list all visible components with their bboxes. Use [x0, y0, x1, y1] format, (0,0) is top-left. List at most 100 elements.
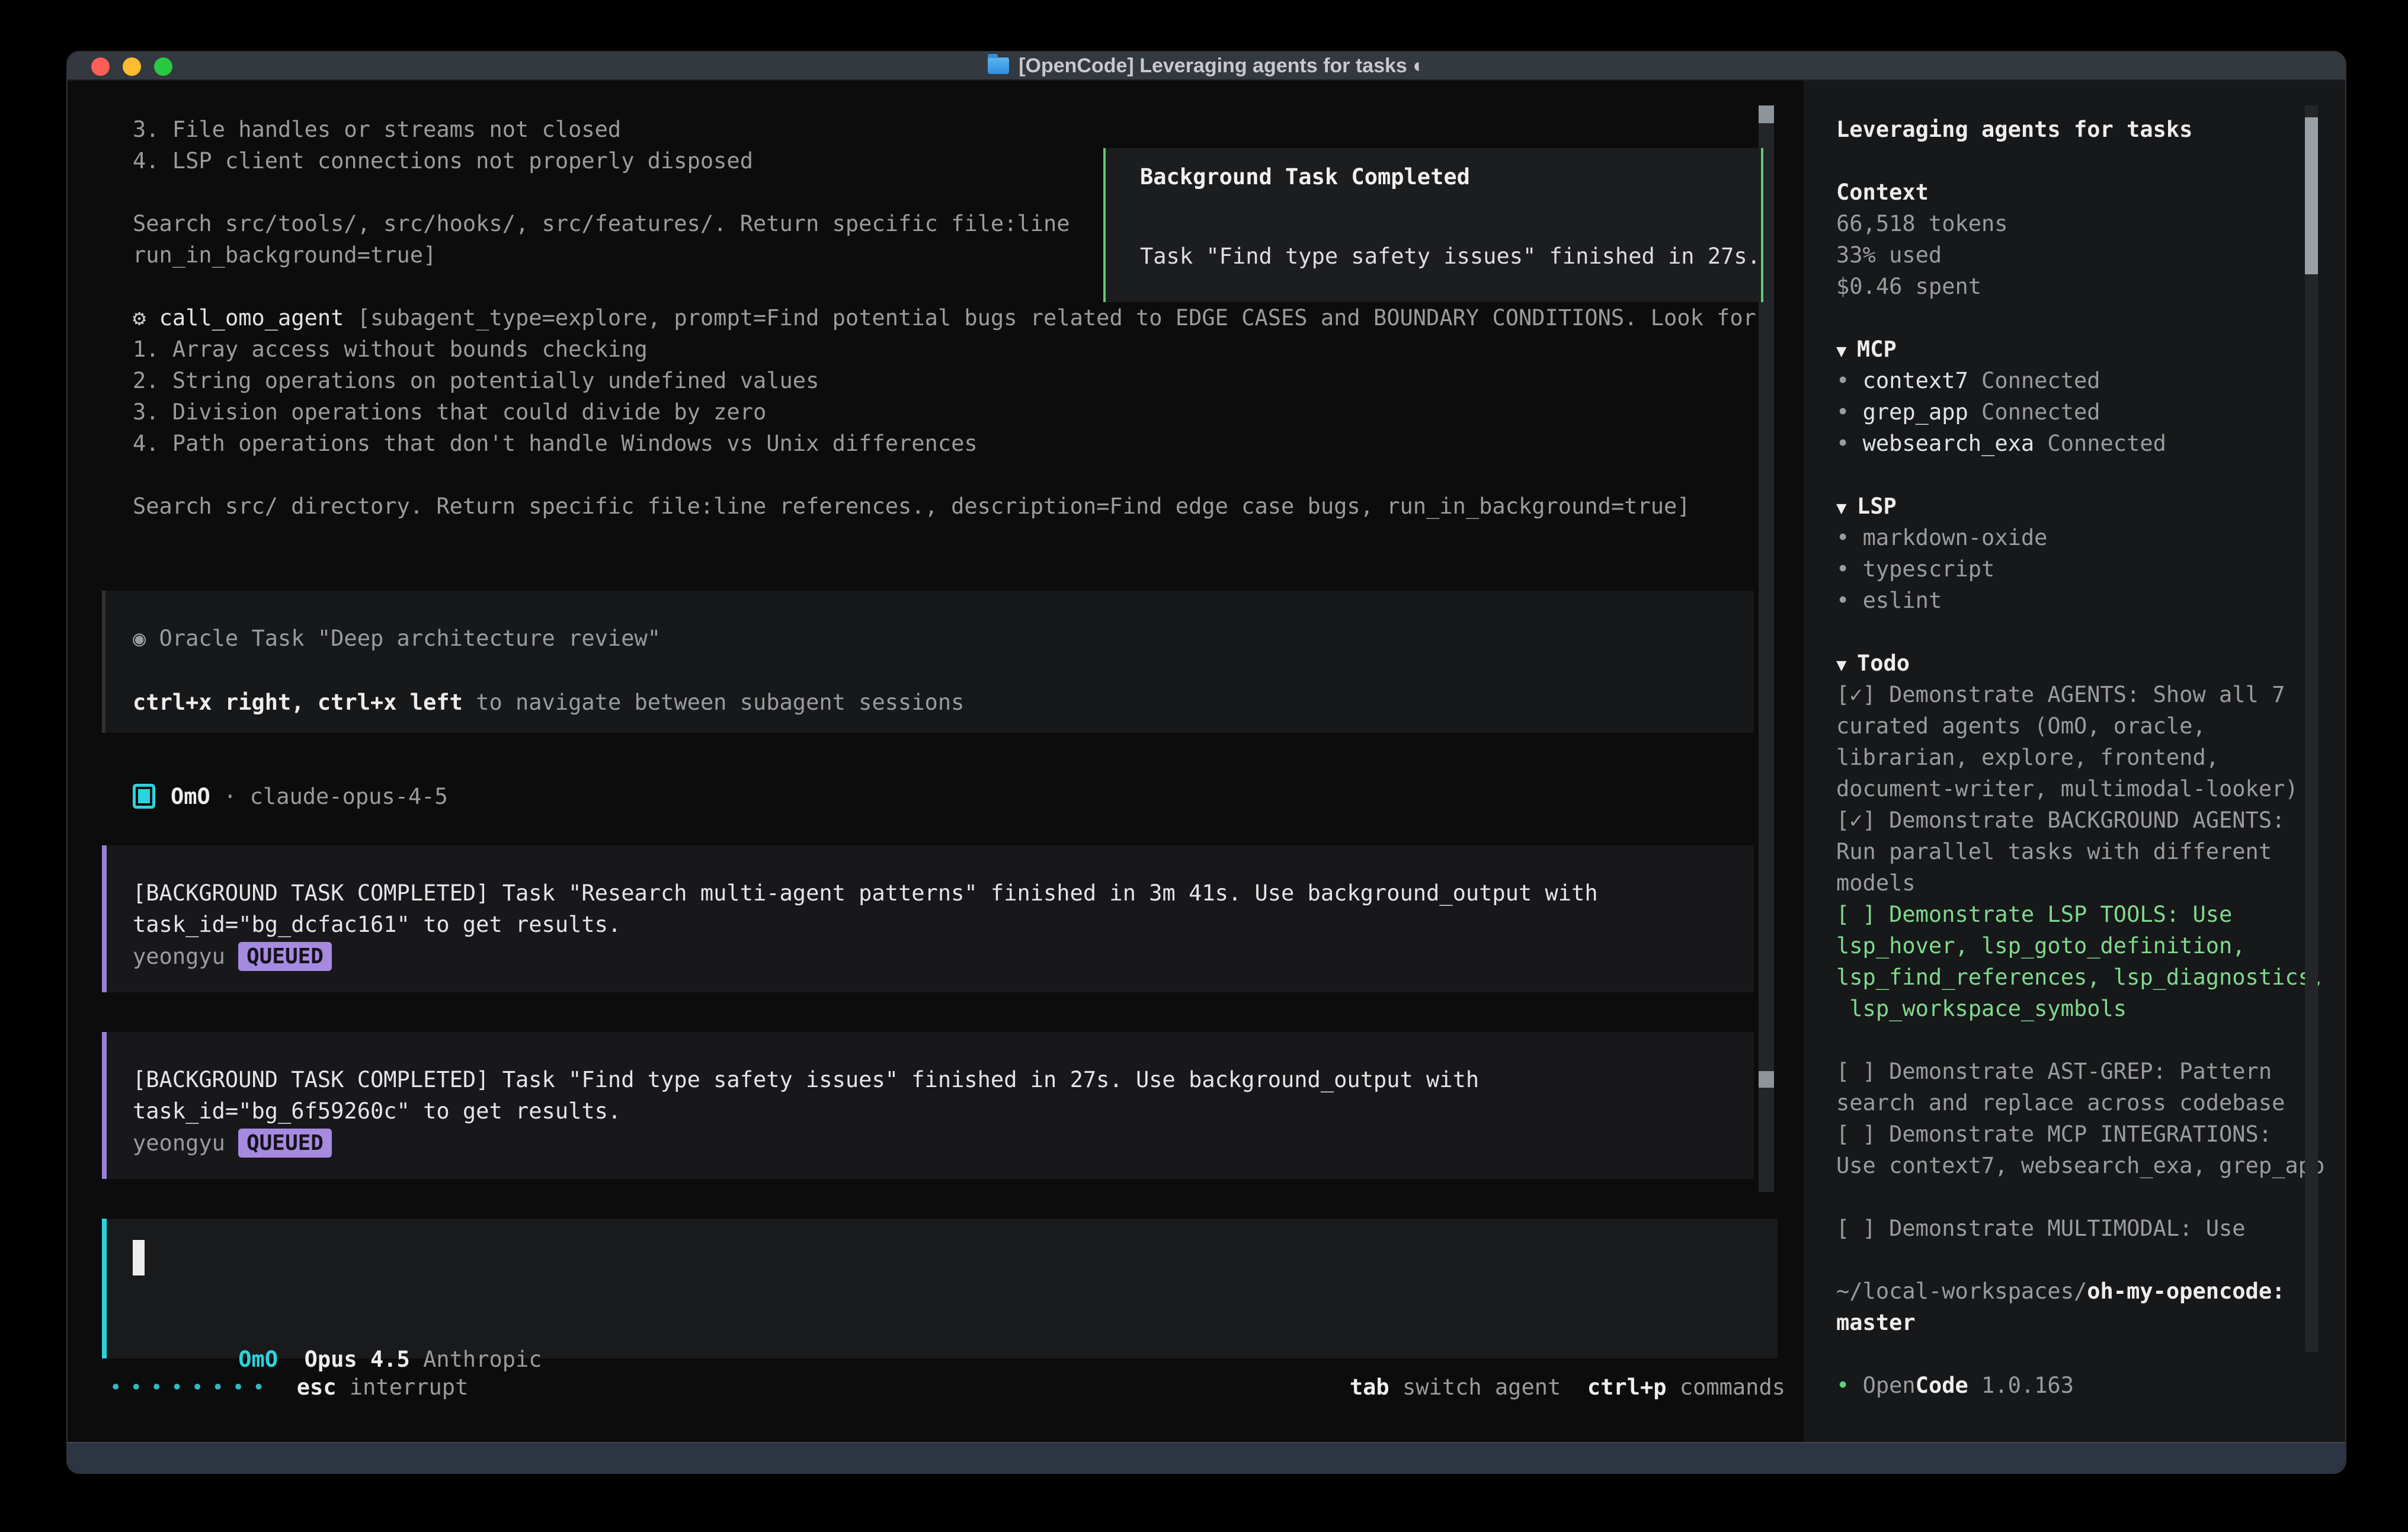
text-span: Search src/tools/, src/hooks/, src/featu… — [133, 211, 1070, 236]
terminal-line: ▼ LSP — [1836, 491, 2324, 522]
text-span: [ ] Demonstrate AST-GREP: Pattern — [1836, 1059, 2272, 1084]
sidebar-scrollbar-thumb[interactable] — [2305, 117, 2318, 274]
toast-title: Background Task Completed — [1140, 161, 1470, 193]
task-result-line2: task_id="bg_6f59260c" to get results. — [133, 1095, 621, 1127]
maximize-button[interactable] — [154, 57, 172, 76]
terminal-line: [ ] Demonstrate MULTIMODAL: Use — [1836, 1213, 2324, 1244]
terminal-line — [133, 459, 1756, 491]
terminal-line: [ ] Demonstrate LSP TOOLS: Use — [1836, 899, 2324, 930]
terminal-line: ▼ MCP — [1836, 334, 2324, 365]
oracle-icon: ◉ — [133, 626, 146, 651]
terminal-line: Run parallel tasks with different — [1836, 836, 2324, 867]
titlebar: [OpenCode] Leveraging agents for tasks ◐ — [68, 52, 2345, 81]
terminal-line: 1. Array access without bounds checking — [133, 334, 1756, 365]
text-span: lsp_workspace_symbols — [1836, 996, 2127, 1021]
toast-body: Task "Find type safety issues" finished … — [1140, 241, 1760, 272]
terminal-line: ▼ Todo — [1836, 648, 2324, 679]
text-span: [subagent_type=explore, prompt=Find pote… — [344, 305, 1756, 331]
subagent-nav-hint: ctrl+x right, ctrl+x left to navigate be… — [133, 687, 964, 718]
terminal-line: ⚙ call_omo_agent [subagent_type=explore,… — [133, 302, 1756, 334]
switch-agent-label: switch agent — [1389, 1374, 1561, 1400]
background-task-toast: Background Task Completed Task "Find typ… — [1103, 148, 1763, 302]
text-span: Run parallel tasks with different — [1836, 839, 2272, 864]
terminal-line: • typescript — [1836, 553, 2324, 585]
terminal-line: 3. Division operations that could divide… — [133, 396, 1756, 428]
task-result-line1: [BACKGROUND TASK COMPLETED] Task "Resear… — [133, 877, 1598, 909]
text-span: curated agents (OmO, oracle, — [1836, 713, 2206, 739]
terminal-line: • eslint — [1836, 585, 2324, 616]
todo-heading: Todo — [1857, 650, 1910, 676]
main-scrollbar-thumb[interactable] — [1759, 105, 1774, 123]
terminal-line: 4. Path operations that don't handle Win… — [133, 428, 1756, 459]
terminal-line: Leveraging agents for tasks — [1836, 114, 2324, 145]
terminal-line — [1836, 459, 2324, 491]
opencode-window: [OpenCode] Leveraging agents for tasks ◐… — [66, 51, 2346, 1474]
terminal-line — [1836, 1244, 2324, 1275]
text-span: Connected — [2034, 431, 2166, 456]
omo-agent-icon — [133, 784, 155, 809]
window-title: [OpenCode] Leveraging agents for tasks ◐ — [1019, 55, 1425, 78]
text-cursor — [133, 1240, 145, 1275]
text-span: eslint — [1863, 588, 1942, 613]
text-span: 3. File handles or streams not closed — [133, 117, 621, 142]
task-result-box: [BACKGROUND TASK COMPLETED] Task "Resear… — [102, 845, 1754, 992]
text-span: context7 — [1863, 368, 1968, 393]
gear-icon: ⚙ — [133, 305, 159, 331]
terminal-line — [1836, 1024, 2324, 1056]
terminal-line: Use context7, websearch_exa, grep_app — [1836, 1150, 2324, 1181]
text-span: 2. String operations on potentially unde… — [133, 368, 819, 393]
terminal-line: • grep_app Connected — [1836, 396, 2324, 428]
task-user: yeongyu — [133, 1130, 225, 1156]
bullet-icon: • — [1836, 431, 1863, 456]
workspace-repo: oh-my-opencode: — [2087, 1278, 2285, 1304]
terminal-line: 33% used — [1836, 239, 2324, 271]
context-used: 33% used — [1836, 242, 1942, 268]
chevron-down-icon: ▼ — [1836, 341, 1857, 361]
text-span: 3. Division operations that could divide… — [133, 399, 766, 425]
text-span: run_in_background=true] — [133, 242, 436, 268]
text-span: [ ] Demonstrate MCP INTEGRATIONS: — [1836, 1121, 2272, 1147]
terminal-line: curated agents (OmO, oracle, — [1836, 710, 2324, 742]
terminal-line: search and replace across codebase — [1836, 1087, 2324, 1118]
text-span: Code — [1916, 1373, 1968, 1398]
input-agent-name: OmO — [238, 1347, 278, 1372]
terminal-line: librarian, explore, frontend, — [1836, 742, 2324, 773]
minimize-button[interactable] — [123, 57, 141, 76]
agent-separator: · — [210, 784, 250, 809]
oracle-task-box: ◉ Oracle Task "Deep architecture review"… — [102, 591, 1754, 733]
tab-key-hint: tab — [1350, 1374, 1389, 1400]
window-bottom-bar — [68, 1442, 2345, 1473]
sidebar-scrollbar[interactable] — [2305, 105, 2318, 1352]
text-span: grep_app — [1863, 399, 1968, 425]
close-button[interactable] — [91, 57, 110, 76]
tool-name: call_omo_agent — [159, 305, 344, 331]
terminal-line: [ ] Demonstrate AST-GREP: Pattern — [1836, 1056, 2324, 1087]
chevron-down-icon: ▼ — [1836, 655, 1857, 675]
terminal-line — [1836, 1181, 2324, 1213]
text-span: document-writer, multimodal-looker) — [1836, 776, 2298, 802]
text-span: typescript — [1863, 556, 1995, 582]
text-span: [ ] Demonstrate MULTIMODAL: Use — [1836, 1216, 2246, 1241]
prompt-input[interactable]: OmO Opus 4.5 Anthropic — [102, 1219, 1778, 1358]
terminal-line — [1836, 302, 2324, 334]
session-title: Leveraging agents for tasks — [1836, 117, 2192, 142]
task-result-box: [BACKGROUND TASK COMPLETED] Task "Find t… — [102, 1032, 1754, 1179]
agent-name: OmO — [171, 784, 210, 809]
terminal-line: lsp_hover, lsp_goto_definition, — [1836, 930, 2324, 961]
context-tokens: 66,518 tokens — [1836, 211, 2008, 236]
text-span: search and replace across codebase — [1836, 1090, 2285, 1116]
task-result-line1: [BACKGROUND TASK COMPLETED] Task "Find t… — [133, 1064, 1479, 1095]
text-span: models — [1836, 870, 1916, 896]
main-scrollbar-marker[interactable] — [1759, 1071, 1774, 1088]
terminal-line: lsp_find_references, lsp_diagnostics, — [1836, 961, 2324, 993]
sidebar: Leveraging agents for tasks Context66,51… — [1804, 81, 2346, 1444]
status-dot-icon: • — [1836, 1373, 1863, 1398]
text-span: markdown-oxide — [1863, 525, 2048, 550]
input-model: Opus 4.5 — [278, 1347, 410, 1372]
text-span: [ ] Demonstrate LSP TOOLS: Use — [1836, 902, 2232, 927]
status-right: tab switch agent ctrl+p commands — [1350, 1374, 1785, 1400]
agent-header: OmO · claude-opus-4-5 — [133, 780, 448, 813]
terminal-line: master — [1836, 1307, 2324, 1338]
queued-badge: QUEUED — [238, 1129, 332, 1158]
input-provider: Anthropic — [410, 1347, 542, 1372]
